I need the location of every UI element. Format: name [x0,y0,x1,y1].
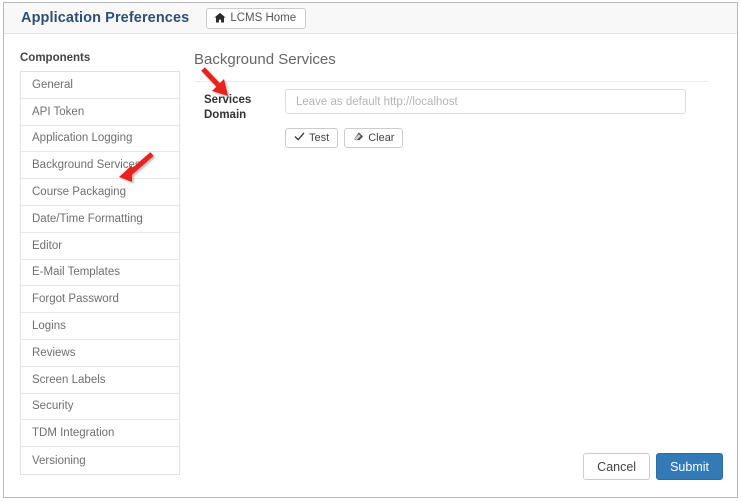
sidebar-item-label: Background Services [32,159,141,172]
eraser-icon [353,131,364,145]
services-domain-label: Services Domain [204,94,252,121]
sidebar-item-label: Editor [32,239,63,252]
sidebar-item-label: Forgot Password [32,293,119,306]
sidebar-item-editor[interactable]: Editor [21,233,179,260]
sidebar-item-tdm-integration[interactable]: TDM Integration [21,420,179,448]
home-icon [214,12,226,24]
sidebar-item-date-time-formatting[interactable]: Date/Time Formatting [21,206,179,233]
field-action-buttons: Test Clear [285,128,404,148]
lcms-home-label: LCMS Home [230,12,297,24]
clear-button[interactable]: Clear [344,128,404,148]
services-domain-input[interactable] [285,89,686,114]
component-list: General API Token Application Logging Ba… [20,71,180,475]
sidebar-heading: Components [20,52,91,64]
footer-actions: Cancel Submit [583,453,723,480]
sidebar-item-background-services[interactable]: Background Services [21,152,179,180]
page-title: Application Preferences [21,10,190,26]
sidebar-item-course-packaging[interactable]: Course Packaging [21,179,179,206]
sidebar-item-label: E-Mail Templates [32,266,120,279]
sidebar-item-label: Application Logging [32,132,133,145]
top-bar: Application Preferences LCMS Home [4,3,737,34]
content-area: Components General API Token Application… [4,34,737,497]
panel-divider [194,81,709,82]
sidebar-item-label: Course Packaging [32,186,126,199]
test-button[interactable]: Test [285,128,339,148]
sidebar: Components General API Token Application… [20,52,180,475]
sidebar-item-label: Versioning [32,454,86,467]
sidebar-item-screen-labels[interactable]: Screen Labels [21,367,179,394]
sidebar-item-label: Logins [32,320,66,333]
sidebar-item-label: API Token [32,105,85,118]
sidebar-item-label: Date/Time Formatting [32,212,143,225]
submit-button[interactable]: Submit [656,453,723,480]
sidebar-item-label: Reviews [32,346,76,359]
lcms-home-button[interactable]: LCMS Home [206,7,307,29]
sidebar-item-logins[interactable]: Logins [21,313,179,340]
sidebar-item-application-logging[interactable]: Application Logging [21,126,179,153]
sidebar-item-label: Screen Labels [32,373,106,386]
sidebar-item-api-token[interactable]: API Token [21,99,179,126]
sidebar-item-versioning[interactable]: Versioning [21,447,179,474]
sidebar-item-label: Security [32,400,74,413]
test-button-label: Test [309,132,330,144]
application-window: Application Preferences LCMS Home Compon… [3,2,738,498]
main-panel: Background Services Services Domain Test [194,34,723,497]
sidebar-item-general[interactable]: General [21,72,179,99]
sidebar-item-label: TDM Integration [32,427,115,440]
sidebar-item-reviews[interactable]: Reviews [21,340,179,367]
sidebar-item-security[interactable]: Security [21,394,179,421]
sidebar-item-forgot-password[interactable]: Forgot Password [21,286,179,314]
sidebar-item-email-templates[interactable]: E-Mail Templates [21,260,179,287]
panel-title: Background Services [194,51,336,68]
sidebar-item-label: General [32,78,73,91]
clear-button-label: Clear [368,132,395,144]
check-icon [294,131,305,145]
cancel-button[interactable]: Cancel [583,453,651,480]
